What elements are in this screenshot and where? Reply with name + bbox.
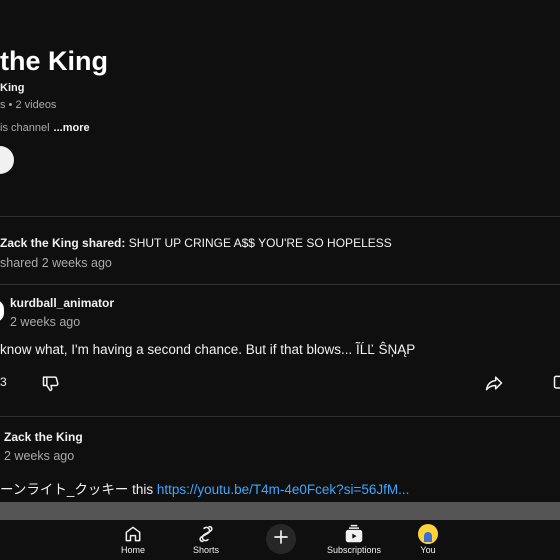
channel-stats: s • 2 videos <box>0 99 57 111</box>
comment-icon[interactable] <box>552 373 560 393</box>
profile-avatar-icon <box>418 524 438 544</box>
channel-handle: King <box>0 82 25 94</box>
channel-page: the King King s • 2 videos is channel...… <box>0 0 560 560</box>
nav-subscriptions-label: Subscriptions <box>326 545 382 555</box>
shared-meta: shared 2 weeks ago <box>0 256 112 270</box>
like-count: 3 <box>0 375 7 389</box>
post-author[interactable]: kurdball_animator <box>10 296 114 310</box>
divider <box>0 216 560 217</box>
nav-you[interactable]: You <box>388 520 468 560</box>
post-body: know what, I'm having a second chance. B… <box>0 342 416 357</box>
nav-shorts[interactable]: Shorts <box>166 520 246 560</box>
more-link[interactable]: ...more <box>54 122 90 134</box>
channel-description[interactable]: is channel ...more <box>0 122 90 134</box>
post-body: ーンライト_クッキー this https://youtu.be/T4m-4e0… <box>0 478 409 498</box>
scroll-overlay <box>0 502 560 520</box>
create-button[interactable] <box>266 524 296 554</box>
nav-you-label: You <box>420 545 436 555</box>
nav-home[interactable]: Home <box>93 520 173 560</box>
divider <box>0 284 560 285</box>
plus-icon <box>272 528 290 551</box>
share-icon[interactable] <box>484 373 504 393</box>
shared-text: SHUT UP CRINGE A$$ YOU'RE SO HOPELESS <box>125 236 392 250</box>
subscribe-button[interactable] <box>0 146 14 174</box>
shared-by: Zack the King shared: <box>0 236 126 250</box>
subscriptions-icon <box>344 524 364 544</box>
nav-subscriptions[interactable]: Subscriptions <box>314 520 394 560</box>
home-icon <box>123 524 143 544</box>
post-author[interactable]: Zack the King <box>4 430 83 444</box>
nav-shorts-label: Shorts <box>192 545 219 555</box>
shared-post-line[interactable]: Zack the King shared: SHUT UP CRINGE A$$… <box>0 236 392 250</box>
avatar[interactable] <box>0 300 4 322</box>
shorts-icon <box>196 524 216 544</box>
dislike-icon[interactable] <box>41 373 61 393</box>
post-body-text: ーンライト_クッキー this <box>0 482 157 497</box>
post-link[interactable]: https://youtu.be/T4m-4e0Fcek?si=56JfM... <box>157 482 410 497</box>
post-time: 2 weeks ago <box>4 449 75 463</box>
divider <box>0 416 560 417</box>
post-time: 2 weeks ago <box>10 315 81 329</box>
channel-title: the King <box>0 46 108 76</box>
description-text: is channel <box>0 122 50 134</box>
nav-home-label: Home <box>120 545 145 555</box>
